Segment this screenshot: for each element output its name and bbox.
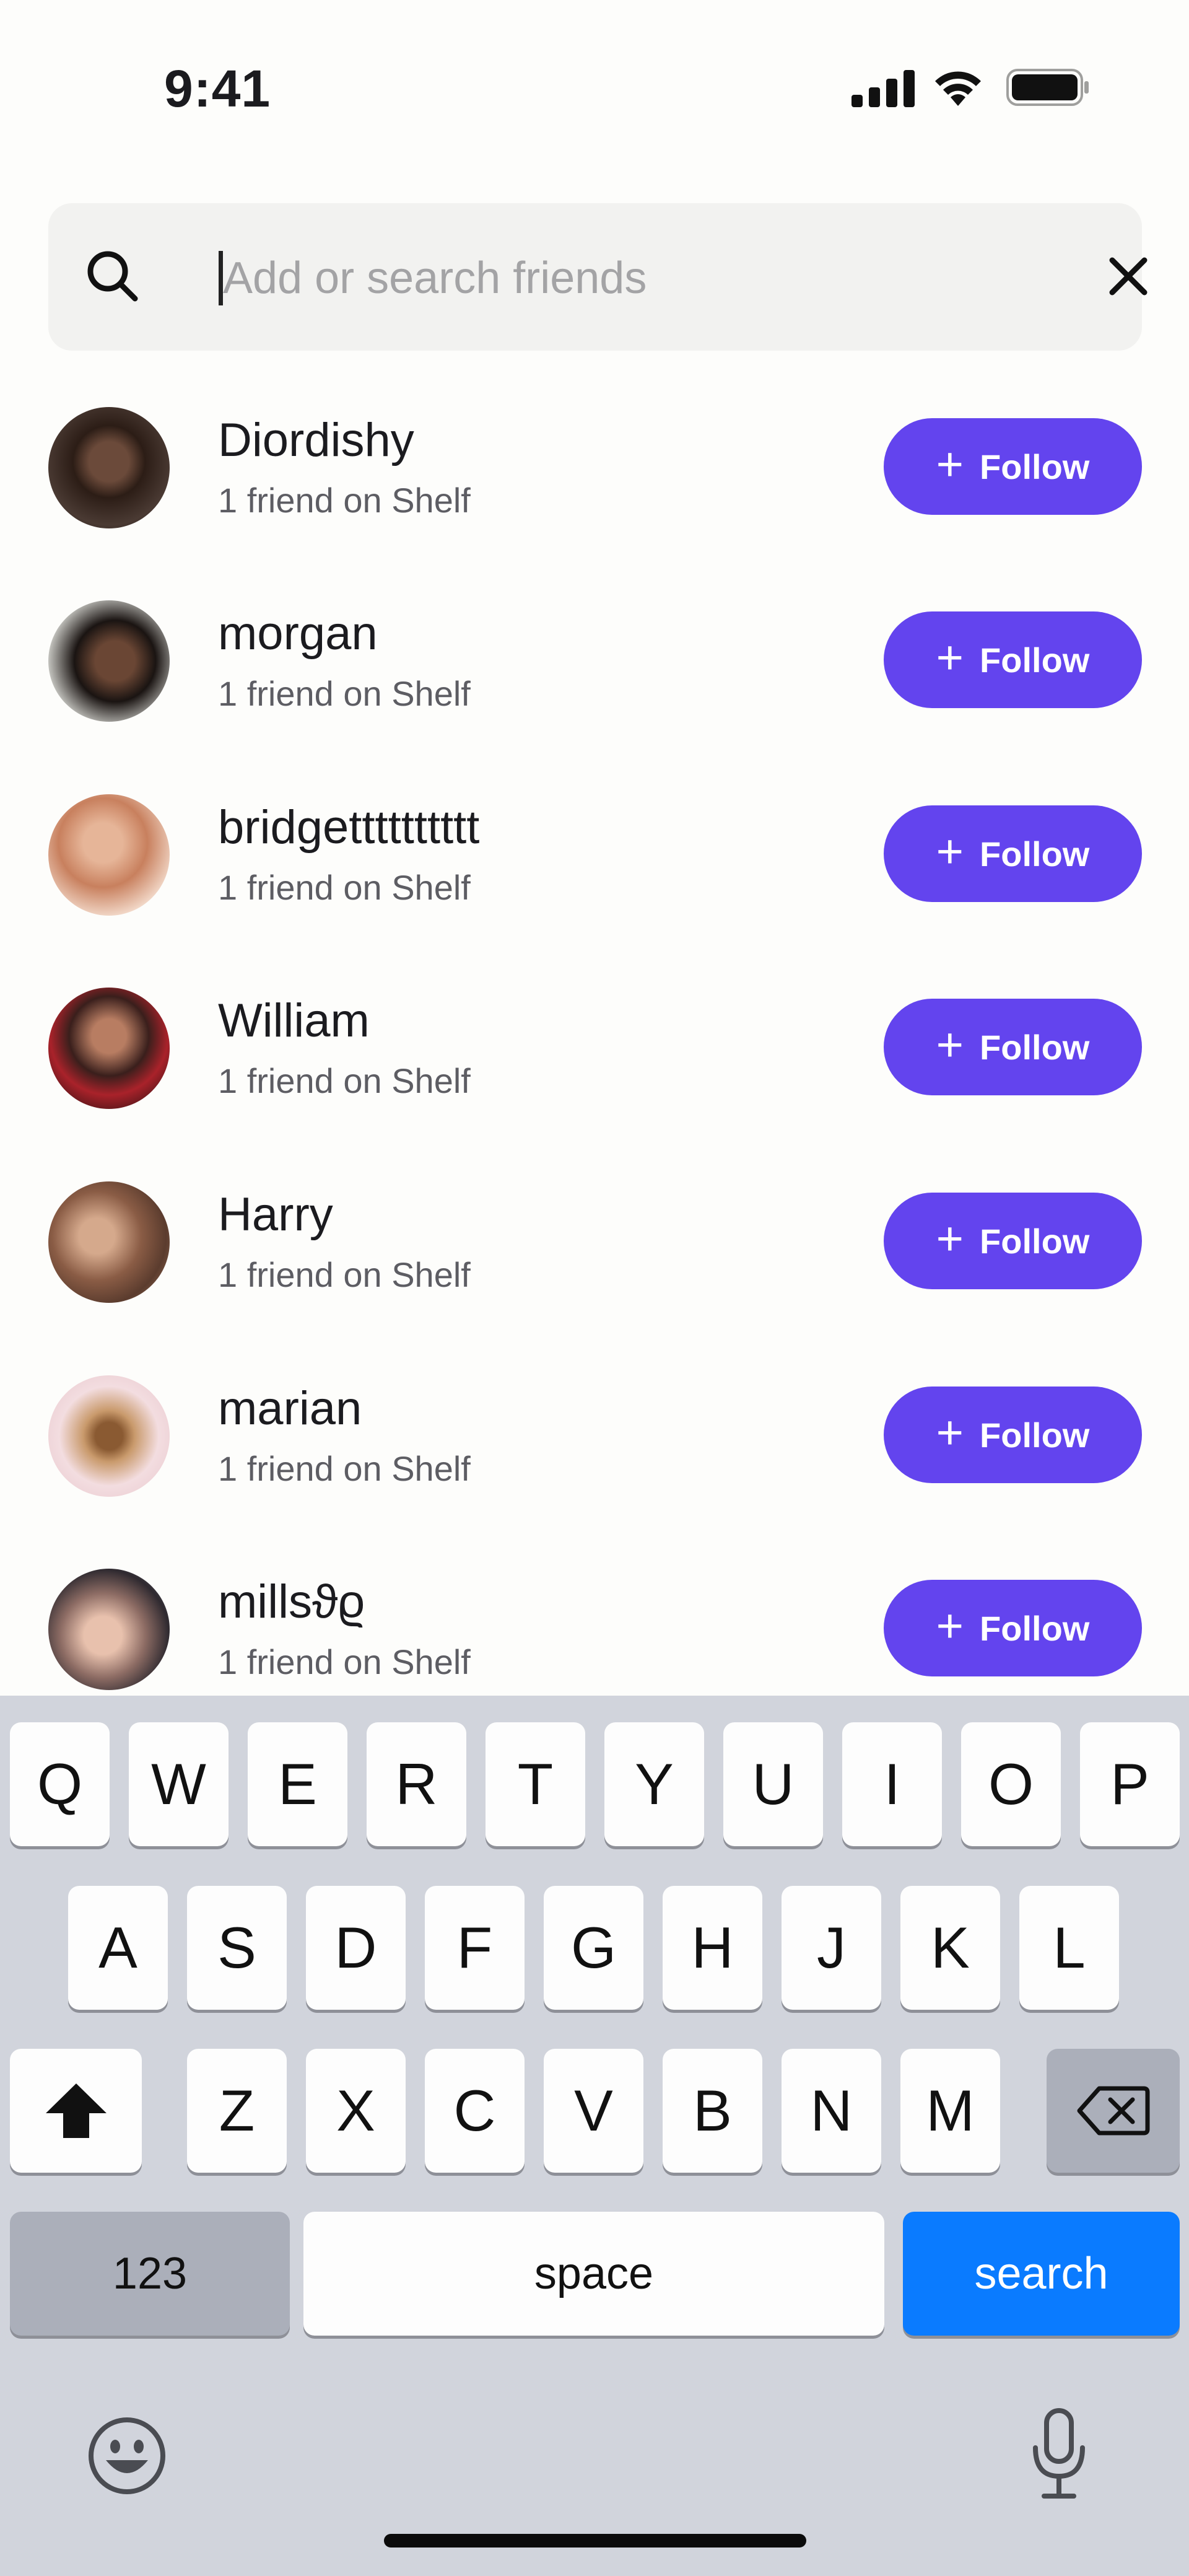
- follow-button[interactable]: + Follow: [884, 1580, 1142, 1676]
- key-a[interactable]: A: [68, 1886, 168, 2010]
- search-key[interactable]: search: [903, 2212, 1180, 2336]
- friend-name: bridgetttttttttt: [218, 801, 480, 854]
- backspace-key[interactable]: [1047, 2049, 1180, 2173]
- key-b[interactable]: B: [663, 2049, 762, 2173]
- key-c[interactable]: C: [425, 2049, 525, 2173]
- key-n[interactable]: N: [782, 2049, 881, 2173]
- key-u[interactable]: U: [723, 1722, 823, 1846]
- mutual-friends-count: 1 friend on Shelf: [218, 1449, 471, 1488]
- key-q[interactable]: Q: [10, 1722, 110, 1846]
- keyboard: Q W E R T Y U I O P A S D F G H J K L Z …: [0, 1696, 1189, 2576]
- avatar[interactable]: [48, 1375, 170, 1497]
- key-m[interactable]: M: [900, 2049, 1000, 2173]
- key-k[interactable]: K: [900, 1886, 1000, 2010]
- key-w[interactable]: W: [129, 1722, 229, 1846]
- key-l[interactable]: L: [1019, 1886, 1119, 2010]
- follow-button[interactable]: + Follow: [884, 611, 1142, 708]
- key-j[interactable]: J: [782, 1886, 881, 2010]
- home-indicator[interactable]: [384, 2534, 806, 2548]
- key-e[interactable]: E: [248, 1722, 347, 1846]
- follow-label: Follow: [980, 1027, 1090, 1067]
- follow-button[interactable]: + Follow: [884, 418, 1142, 515]
- avatar[interactable]: [48, 1569, 170, 1690]
- mutual-friends-count: 1 friend on Shelf: [218, 868, 471, 907]
- follow-button[interactable]: + Follow: [884, 1193, 1142, 1289]
- mutual-friends-count: 1 friend on Shelf: [218, 674, 471, 713]
- follow-label: Follow: [980, 447, 1090, 486]
- follow-label: Follow: [980, 834, 1090, 874]
- friend-row[interactable]: morgan 1 friend on Shelf + Follow: [0, 600, 1189, 794]
- friend-row[interactable]: William 1 friend on Shelf + Follow: [0, 988, 1189, 1181]
- friend-row[interactable]: Diordishy 1 friend on Shelf + Follow: [0, 407, 1189, 600]
- friend-row[interactable]: Harry 1 friend on Shelf + Follow: [0, 1181, 1189, 1375]
- avatar[interactable]: [48, 600, 170, 722]
- avatar[interactable]: [48, 407, 170, 528]
- plus-icon: +: [936, 1600, 964, 1652]
- plus-icon: +: [936, 631, 964, 684]
- follow-label: Follow: [980, 1608, 1090, 1648]
- numbers-key[interactable]: 123: [10, 2212, 290, 2336]
- mutual-friends-count: 1 friend on Shelf: [218, 1061, 471, 1100]
- friend-name: Harry: [218, 1188, 333, 1241]
- friend-name: marian: [218, 1382, 362, 1435]
- key-f[interactable]: F: [425, 1886, 525, 2010]
- friend-row[interactable]: bridgetttttttttt 1 friend on Shelf + Foll…: [0, 794, 1189, 988]
- follow-button[interactable]: + Follow: [884, 999, 1142, 1095]
- avatar[interactable]: [48, 988, 170, 1109]
- key-p[interactable]: P: [1080, 1722, 1180, 1846]
- friend-name: millsϑϱ: [218, 1575, 365, 1628]
- battery-icon: [1006, 69, 1089, 106]
- plus-icon: +: [936, 1406, 964, 1459]
- key-g[interactable]: G: [544, 1886, 643, 2010]
- key-d[interactable]: D: [306, 1886, 406, 2010]
- key-x[interactable]: X: [306, 2049, 406, 2173]
- friend-row[interactable]: marian 1 friend on Shelf + Follow: [0, 1375, 1189, 1569]
- key-o[interactable]: O: [961, 1722, 1061, 1846]
- search-input[interactable]: [222, 240, 1029, 316]
- mutual-friends-count: 1 friend on Shelf: [218, 481, 471, 520]
- search-icon: [87, 251, 138, 302]
- mutual-friends-count: 1 friend on Shelf: [218, 1255, 471, 1294]
- friend-name: William: [218, 994, 370, 1047]
- shift-key[interactable]: [10, 2049, 142, 2173]
- status-time: 9:41: [164, 59, 271, 118]
- emoji-icon[interactable]: [85, 2414, 169, 2498]
- key-z[interactable]: Z: [187, 2049, 287, 2173]
- follow-button[interactable]: + Follow: [884, 805, 1142, 902]
- follow-label: Follow: [980, 1221, 1090, 1261]
- key-t[interactable]: T: [486, 1722, 585, 1846]
- key-i[interactable]: I: [842, 1722, 942, 1846]
- key-s[interactable]: S: [187, 1886, 287, 2010]
- backspace-icon: [1077, 2086, 1149, 2136]
- wifi-icon: [935, 71, 981, 106]
- friend-name: morgan: [218, 607, 378, 660]
- mutual-friends-count: 1 friend on Shelf: [218, 1642, 471, 1681]
- follow-label: Follow: [980, 1415, 1090, 1455]
- key-v[interactable]: V: [544, 2049, 643, 2173]
- search-bar[interactable]: [48, 203, 1148, 351]
- plus-icon: +: [936, 1019, 964, 1071]
- follow-label: Follow: [980, 640, 1090, 680]
- key-h[interactable]: H: [663, 1886, 762, 2010]
- key-y[interactable]: Y: [604, 1722, 704, 1846]
- plus-icon: +: [936, 1212, 964, 1265]
- follow-button[interactable]: + Follow: [884, 1387, 1142, 1483]
- key-r[interactable]: R: [367, 1722, 466, 1846]
- plus-icon: +: [936, 825, 964, 878]
- microphone-icon[interactable]: [1028, 2408, 1090, 2501]
- shift-icon: [45, 2083, 107, 2138]
- plus-icon: +: [936, 438, 964, 491]
- cellular-icon: [851, 70, 915, 107]
- avatar[interactable]: [48, 794, 170, 916]
- close-icon[interactable]: [1106, 254, 1151, 299]
- space-key[interactable]: space: [303, 2212, 884, 2336]
- avatar[interactable]: [48, 1181, 170, 1303]
- friend-name: Diordishy: [218, 414, 414, 467]
